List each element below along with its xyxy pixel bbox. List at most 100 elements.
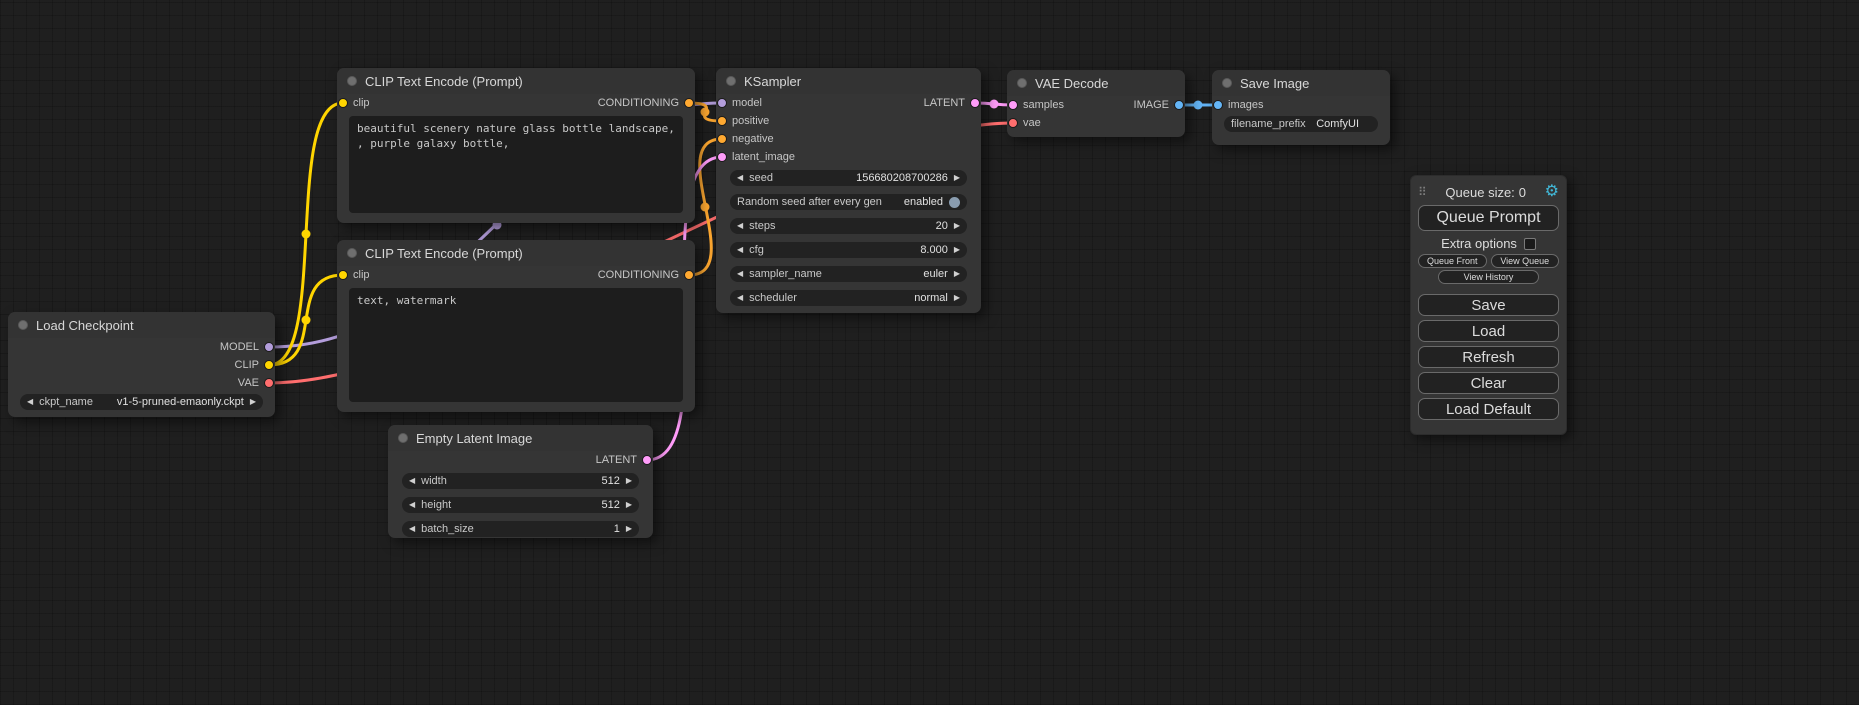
collapse-dot-icon[interactable] xyxy=(1222,78,1232,88)
prev-arrow-icon[interactable]: ◀ xyxy=(27,398,33,406)
extra-options-checkbox[interactable] xyxy=(1524,238,1536,250)
extra-options-label: Extra options xyxy=(1441,236,1517,251)
prompt-textarea[interactable]: beautiful scenery nature glass bottle la… xyxy=(349,116,683,213)
port-label: LATENT xyxy=(924,97,965,109)
queue-buttons-row: Queue Front View Queue xyxy=(1418,254,1559,268)
widget-batch-size[interactable]: ◀ batch_size 1 ▶ xyxy=(402,521,639,537)
next-arrow-icon[interactable]: ▶ xyxy=(250,398,256,406)
next-arrow-icon[interactable]: ▶ xyxy=(954,270,960,278)
node-empty-latent-image[interactable]: Empty Latent Image LATENT ◀ width 512 ▶ … xyxy=(388,425,653,538)
node-title-bar[interactable]: CLIP Text Encode (Prompt) xyxy=(337,68,695,94)
graph-canvas[interactable]: Load Checkpoint MODEL CLIP VAE ◀ ckpt_na… xyxy=(0,0,1859,705)
clip-port-icon[interactable] xyxy=(264,360,274,370)
port-label: vae xyxy=(1023,117,1041,129)
clip-port-icon[interactable] xyxy=(338,98,348,108)
widget-width[interactable]: ◀ width 512 ▶ xyxy=(402,473,639,489)
widget-ckpt-name[interactable]: ◀ ckpt_name v1-5-pruned-emaonly.ckpt ▶ xyxy=(20,394,263,410)
node-title-bar[interactable]: KSampler xyxy=(716,68,981,94)
increment-arrow-icon[interactable]: ▶ xyxy=(954,222,960,230)
toggle-dot-icon[interactable] xyxy=(949,197,960,208)
queue-prompt-button[interactable]: Queue Prompt xyxy=(1418,205,1559,231)
node-clip-text-encode-positive[interactable]: CLIP Text Encode (Prompt) clip CONDITION… xyxy=(337,68,695,223)
conditioning-port-icon[interactable] xyxy=(717,134,727,144)
vae-port-icon[interactable] xyxy=(264,378,274,388)
latent-port-icon[interactable] xyxy=(717,152,727,162)
decrement-arrow-icon[interactable]: ◀ xyxy=(409,525,415,533)
increment-arrow-icon[interactable]: ▶ xyxy=(954,246,960,254)
widget-height[interactable]: ◀ height 512 ▶ xyxy=(402,497,639,513)
node-title-bar[interactable]: Empty Latent Image xyxy=(388,425,653,451)
widget-cfg[interactable]: ◀ cfg 8.000 ▶ xyxy=(730,242,967,258)
decrement-arrow-icon[interactable]: ◀ xyxy=(737,174,743,182)
increment-arrow-icon[interactable]: ▶ xyxy=(626,525,632,533)
load-button[interactable]: Load xyxy=(1418,320,1559,342)
widget-sampler-name[interactable]: ◀ sampler_name euler ▶ xyxy=(730,266,967,282)
model-port-icon[interactable] xyxy=(717,98,727,108)
prev-arrow-icon[interactable]: ◀ xyxy=(737,294,743,302)
drag-handle-icon[interactable]: ⠿ xyxy=(1418,185,1427,199)
latent-port-icon[interactable] xyxy=(970,98,980,108)
model-port-icon[interactable] xyxy=(264,342,274,352)
widget-value: normal xyxy=(914,292,948,304)
image-port-icon[interactable] xyxy=(1174,100,1184,110)
node-save-image[interactable]: Save Image images filename_prefix ComfyU… xyxy=(1212,70,1390,145)
comfy-menu-panel[interactable]: ⠿ Queue size: 0 ⚙ Queue Prompt Extra opt… xyxy=(1410,175,1567,435)
widget-label: filename_prefix xyxy=(1231,118,1306,130)
widget-random-seed-toggle[interactable]: Random seed after every gen enabled xyxy=(730,194,967,210)
image-port-icon[interactable] xyxy=(1213,100,1223,110)
prev-arrow-icon[interactable]: ◀ xyxy=(737,270,743,278)
output-latent: LATENT xyxy=(924,94,981,112)
increment-arrow-icon[interactable]: ▶ xyxy=(954,174,960,182)
collapse-dot-icon[interactable] xyxy=(18,320,28,330)
decrement-arrow-icon[interactable]: ◀ xyxy=(409,477,415,485)
node-title: VAE Decode xyxy=(1035,76,1108,91)
clear-button[interactable]: Clear xyxy=(1418,372,1559,394)
widget-label: scheduler xyxy=(749,292,797,304)
view-history-button[interactable]: View History xyxy=(1438,270,1540,284)
save-button[interactable]: Save xyxy=(1418,294,1559,316)
settings-gear-icon[interactable]: ⚙ xyxy=(1545,184,1559,200)
prompt-textarea[interactable]: text, watermark xyxy=(349,288,683,402)
collapse-dot-icon[interactable] xyxy=(726,76,736,86)
decrement-arrow-icon[interactable]: ◀ xyxy=(409,501,415,509)
view-queue-button[interactable]: View Queue xyxy=(1491,254,1560,268)
conditioning-port-icon[interactable] xyxy=(717,116,727,126)
clip-port-icon[interactable] xyxy=(338,270,348,280)
widget-steps[interactable]: ◀ steps 20 ▶ xyxy=(730,218,967,234)
wire-midpoint-dot xyxy=(701,108,710,117)
widget-seed[interactable]: ◀ seed 156680208700286 ▶ xyxy=(730,170,967,186)
queue-front-button[interactable]: Queue Front xyxy=(1418,254,1487,268)
latent-port-icon[interactable] xyxy=(642,455,652,465)
widget-scheduler[interactable]: ◀ scheduler normal ▶ xyxy=(730,290,967,306)
node-title-bar[interactable]: VAE Decode xyxy=(1007,70,1185,96)
collapse-dot-icon[interactable] xyxy=(1017,78,1027,88)
io-row: samples IMAGE xyxy=(1007,96,1185,114)
collapse-dot-icon[interactable] xyxy=(398,433,408,443)
conditioning-port-icon[interactable] xyxy=(684,98,694,108)
next-arrow-icon[interactable]: ▶ xyxy=(954,294,960,302)
node-load-checkpoint[interactable]: Load Checkpoint MODEL CLIP VAE ◀ ckpt_na… xyxy=(8,312,275,417)
vae-port-icon[interactable] xyxy=(1008,118,1018,128)
widget-value: 512 xyxy=(601,475,619,487)
conditioning-port-icon[interactable] xyxy=(684,270,694,280)
queue-size-count: 0 xyxy=(1519,185,1526,200)
latent-port-icon[interactable] xyxy=(1008,100,1018,110)
node-vae-decode[interactable]: VAE Decode samples IMAGE vae xyxy=(1007,70,1185,137)
increment-arrow-icon[interactable]: ▶ xyxy=(626,477,632,485)
increment-arrow-icon[interactable]: ▶ xyxy=(626,501,632,509)
decrement-arrow-icon[interactable]: ◀ xyxy=(737,222,743,230)
node-ksampler[interactable]: KSampler model LATENT positive negative xyxy=(716,68,981,313)
node-title-bar[interactable]: Load Checkpoint xyxy=(8,312,275,338)
widget-filename-prefix[interactable]: filename_prefix ComfyUI xyxy=(1224,116,1378,132)
node-title-bar[interactable]: Save Image xyxy=(1212,70,1390,96)
output-clip: CLIP xyxy=(235,356,275,374)
collapse-dot-icon[interactable] xyxy=(347,248,357,258)
collapse-dot-icon[interactable] xyxy=(347,76,357,86)
port-label: MODEL xyxy=(220,341,259,353)
node-title-bar[interactable]: CLIP Text Encode (Prompt) xyxy=(337,240,695,266)
refresh-button[interactable]: Refresh xyxy=(1418,346,1559,368)
decrement-arrow-icon[interactable]: ◀ xyxy=(737,246,743,254)
output-conditioning: CONDITIONING xyxy=(598,266,695,284)
load-default-button[interactable]: Load Default xyxy=(1418,398,1559,420)
node-clip-text-encode-negative[interactable]: CLIP Text Encode (Prompt) clip CONDITION… xyxy=(337,240,695,412)
